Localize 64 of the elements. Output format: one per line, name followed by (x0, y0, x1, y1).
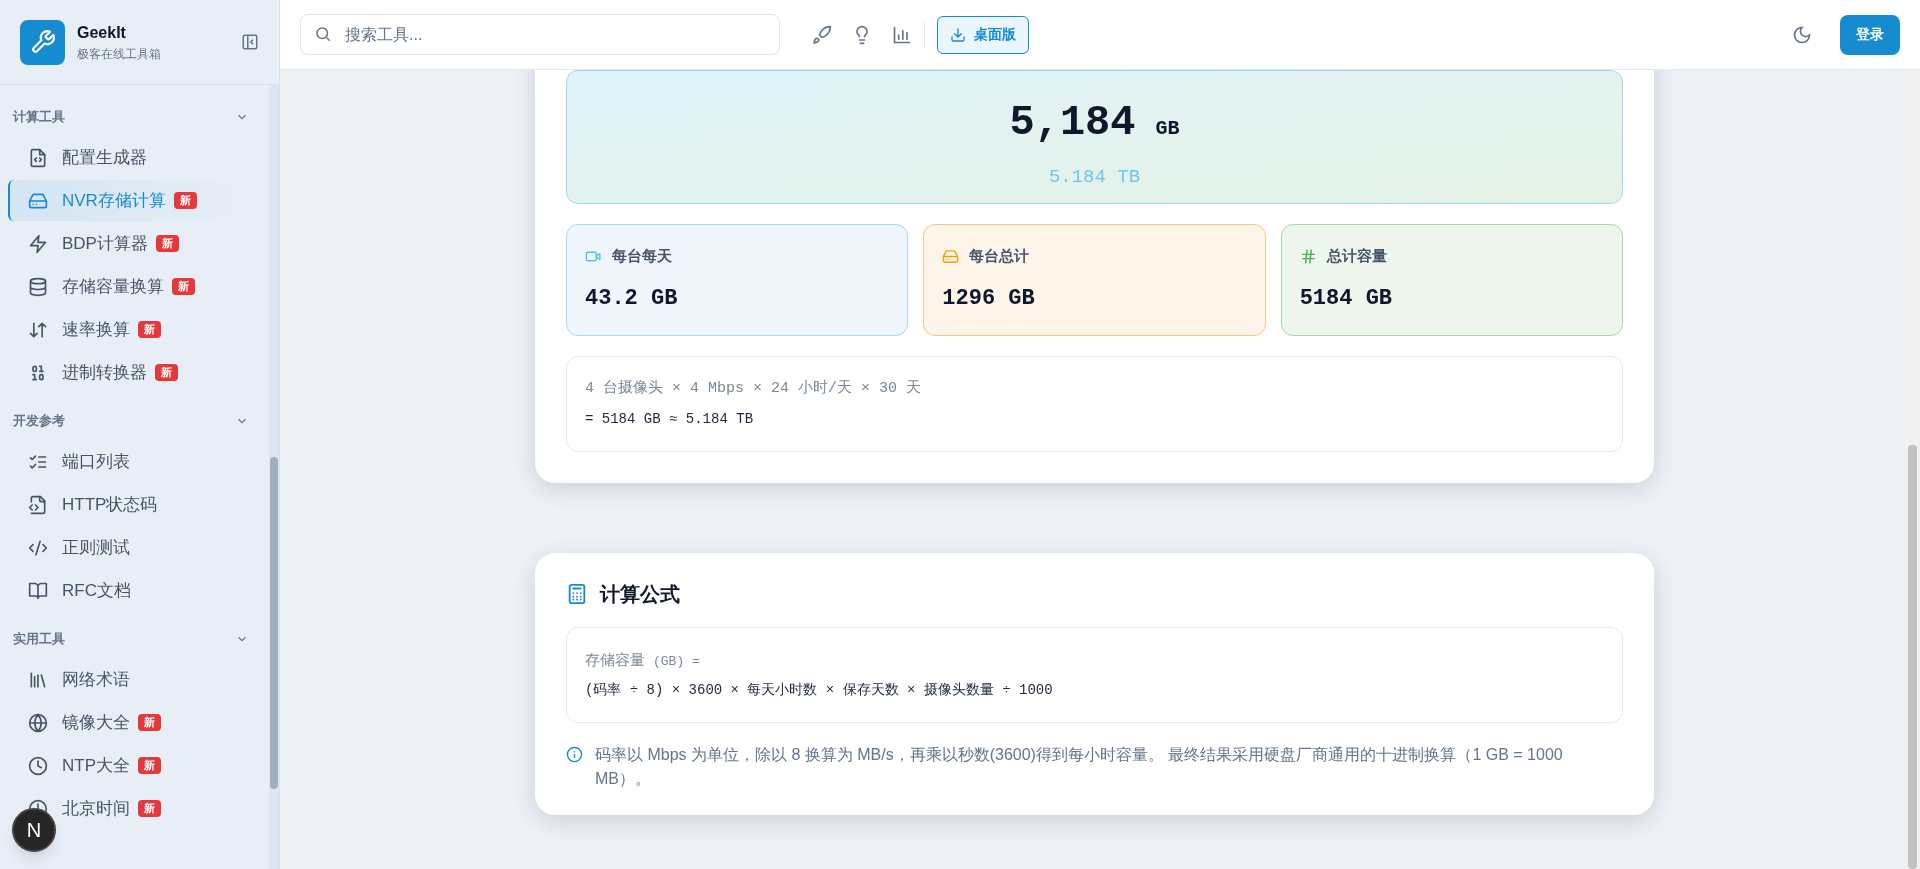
stat-label: 每台总计 (969, 246, 1030, 267)
formula-unit: (GB) = (653, 653, 700, 672)
new-badge: 新 (138, 714, 161, 731)
new-badge: 新 (138, 757, 161, 774)
brand-name: GeekIt (77, 23, 127, 43)
hash-icon (1299, 248, 1317, 265)
clock-icon (28, 755, 48, 776)
stat-value: 43.2 GB (585, 284, 679, 313)
file-code-icon (28, 494, 48, 515)
sidebar-item[interactable]: 网络术语 (8, 659, 261, 700)
database-icon (28, 276, 48, 297)
sidebar-item[interactable]: NTP大全 新 (8, 745, 261, 786)
sidebar-item[interactable]: RFC文档 (8, 570, 261, 611)
new-badge: 新 (155, 364, 178, 381)
total-terabytes: 5.184 TB (1048, 165, 1141, 191)
scrollbar-thumb[interactable] (270, 457, 278, 789)
sidebar-toggle-icon[interactable] (241, 33, 259, 51)
formula-title: 计算公式 (600, 582, 680, 607)
rocket-icon[interactable] (812, 24, 832, 45)
stat-label: 每台每天 (612, 246, 672, 267)
new-badge: 新 (173, 192, 197, 209)
sidebar-item[interactable]: 镜像大全 新 (8, 702, 261, 743)
lightning-icon (28, 233, 48, 254)
page-scrollbar-thumb[interactable] (1908, 445, 1917, 869)
formula-right-side: (码率 ÷ 8) × 3600 × 每天小时数 × 保存天数 × 摄像头数量 ÷ 1000 (585, 680, 1054, 700)
new-badge: 新 (172, 278, 195, 295)
stat-value: 5184 GB (1299, 284, 1394, 313)
sidebar-item[interactable]: BDP计算器 新 (8, 223, 261, 264)
formula-left-side: 存储容量 (585, 650, 645, 671)
login-button[interactable]: 登录 (1840, 14, 1900, 55)
search-icon (314, 25, 332, 43)
hard-drive-icon (942, 248, 960, 265)
formula-note: 码率以 Mbps 为单位，除以 8 换算为 MB/s，再乘以秒数(3600)得到每小时容量。 最终结果采用硬盘厂商通用的十进制换算（1 GB = 1000 MB）。 (595, 745, 1564, 789)
new-badge: 新 (138, 321, 161, 338)
file-code-icon (28, 147, 48, 168)
dev-indicator[interactable]: N (12, 808, 56, 852)
moon-icon[interactable] (1792, 24, 1812, 45)
bar-chart-icon[interactable] (892, 24, 912, 45)
sidebar-item[interactable]: 正则测试 (8, 527, 261, 568)
calculator-icon (566, 583, 588, 605)
sidebar-item[interactable]: 速率换算 新 (8, 309, 261, 350)
stat-value: 1296 GB (942, 284, 1036, 313)
sidebar-item[interactable]: 端口列表 (8, 441, 261, 482)
stat-label: 总计容量 (1326, 246, 1387, 267)
calculation-result: = 5184 GB ≈ 5.184 TB (585, 409, 755, 429)
download-icon (950, 26, 966, 43)
brand-tagline: 极客在线工具箱 (77, 46, 162, 63)
section-title: 开发参考 (13, 412, 65, 431)
new-badge: 新 (138, 800, 161, 817)
search-field[interactable]: 搜索工具... (300, 14, 780, 55)
total-value: 5,184 (1009, 98, 1136, 150)
sidebar-item[interactable]: 存储容量换算 新 (8, 266, 261, 307)
new-badge: 新 (155, 235, 179, 252)
sidebar-item[interactable]: HTTP状态码 (8, 484, 261, 525)
section-title: 实用工具 (13, 630, 65, 649)
logo-icon (20, 19, 65, 65)
total-unit: GB (1155, 116, 1180, 143)
calculation-expression: 4 台摄像头 × 4 Mbps × 24 小时/天 × 30 天 (585, 378, 923, 400)
info-icon (566, 746, 583, 763)
sidebar-item[interactable]: 配置生成器 (8, 137, 261, 178)
section-title: 计算工具 (13, 108, 65, 127)
globe-icon (28, 712, 48, 733)
book-icon (28, 580, 48, 601)
sidebar-item[interactable]: 进制转换器 新 (8, 352, 261, 393)
